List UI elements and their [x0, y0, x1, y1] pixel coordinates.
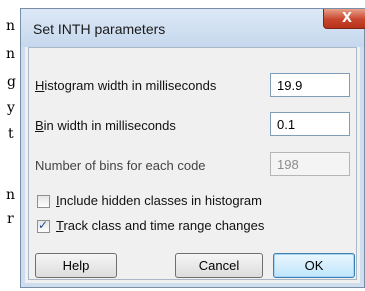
number-of-bins-input	[270, 152, 350, 176]
histogram-width-label: Histogram width in milliseconds	[35, 78, 217, 93]
title-bar[interactable]: Set INTH parameters X	[21, 9, 365, 47]
ok-button[interactable]: OK	[273, 253, 355, 278]
include-hidden-classes-checkbox[interactable]	[37, 195, 50, 208]
background-text-fragment: y	[7, 100, 15, 116]
track-changes-checkbox[interactable]	[37, 218, 50, 233]
background-text-fragment: t	[8, 126, 14, 142]
background-text-fragment: n	[6, 46, 16, 62]
bin-width-label: Bin width in milliseconds	[35, 118, 176, 133]
background-text-fragment: n	[6, 18, 16, 34]
close-icon: X	[341, 11, 353, 26]
track-changes-label[interactable]: Track class and time range changes	[56, 218, 264, 233]
close-button[interactable]: X	[323, 9, 365, 29]
dialog-body: Histogram width in milliseconds Bin widt…	[28, 47, 357, 280]
dialog-title: Set INTH parameters	[33, 21, 166, 37]
include-hidden-classes-label[interactable]: Include hidden classes in histogram	[56, 193, 262, 208]
help-button[interactable]: Help	[35, 253, 117, 278]
cancel-button[interactable]: Cancel	[175, 253, 263, 278]
background-text-fragment: n	[6, 187, 16, 203]
background-text-fragment: r	[7, 211, 14, 227]
background-text-fragment: g	[7, 74, 16, 90]
bin-width-input[interactable]	[270, 112, 350, 136]
number-of-bins-label: Number of bins for each code	[35, 158, 206, 173]
histogram-width-input[interactable]	[270, 73, 350, 97]
inth-parameters-dialog: Set INTH parameters X Histogram width in…	[20, 8, 365, 288]
